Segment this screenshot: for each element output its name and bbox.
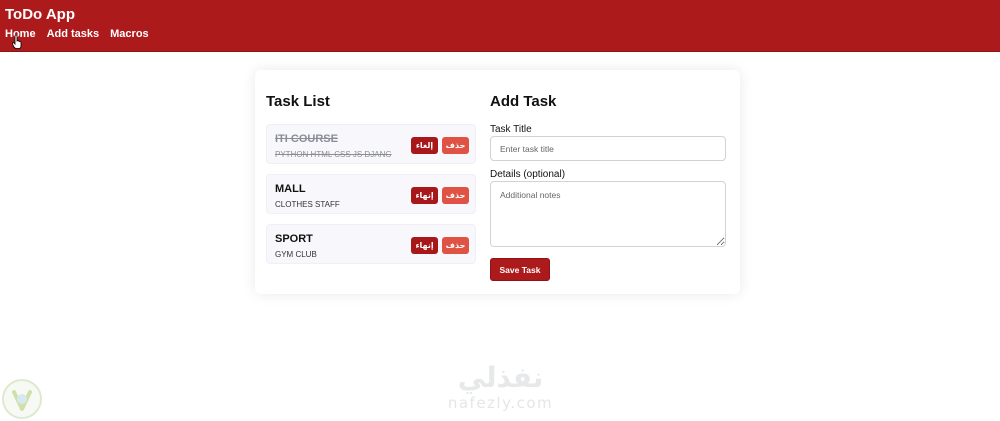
task-details: PYTHON HTML CSS JS DJANG <box>275 150 392 159</box>
task-details-label: Details (optional) <box>490 169 566 180</box>
top-navbar: ToDo App Home Add tasks Macros <box>0 0 1000 52</box>
task-list-heading: Task List <box>266 93 330 110</box>
watermark: نفذلي nafezly.com <box>438 361 563 413</box>
task-item: SPORT GYM CLUB إنهاء حذف <box>266 224 476 264</box>
watermark-latin-text: nafezly.com <box>447 394 554 412</box>
task-item: ITI COURSE PYTHON HTML CSS JS DJANG إلغا… <box>266 124 476 164</box>
task-title-label: Task Title <box>490 124 532 135</box>
nav-links: Home Add tasks Macros <box>5 28 149 40</box>
task-title: MALL <box>275 183 306 195</box>
task-title-input[interactable] <box>490 136 726 161</box>
save-task-button[interactable]: Save Task <box>490 258 550 281</box>
task-details: CLOTHES STAFF <box>275 200 340 209</box>
nav-macros-link[interactable]: Macros <box>110 28 149 40</box>
task-delete-button[interactable]: حذف <box>442 237 469 254</box>
main-card: Task List ITI COURSE PYTHON HTML CSS JS … <box>255 70 740 294</box>
task-delete-button[interactable]: حذف <box>442 137 469 154</box>
task-title: SPORT <box>275 233 313 245</box>
task-details-textarea[interactable] <box>490 181 726 247</box>
hand-pointer-icon <box>12 35 22 49</box>
task-title: ITI COURSE <box>275 133 338 145</box>
nav-add-tasks-link[interactable]: Add tasks <box>47 28 100 40</box>
task-finish-button[interactable]: إنهاء <box>411 237 438 254</box>
task-cancel-button[interactable]: إلغاء <box>411 137 438 154</box>
task-details: GYM CLUB <box>275 250 317 259</box>
add-task-heading: Add Task <box>490 93 557 110</box>
watermark-arabic-text: نفذلي <box>457 361 544 394</box>
nafezly-logo-icon <box>2 379 42 419</box>
task-delete-button[interactable]: حذف <box>442 187 469 204</box>
task-finish-button[interactable]: إنهاء <box>411 187 438 204</box>
app-brand[interactable]: ToDo App <box>5 6 75 23</box>
task-item: MALL CLOTHES STAFF إنهاء حذف <box>266 174 476 214</box>
